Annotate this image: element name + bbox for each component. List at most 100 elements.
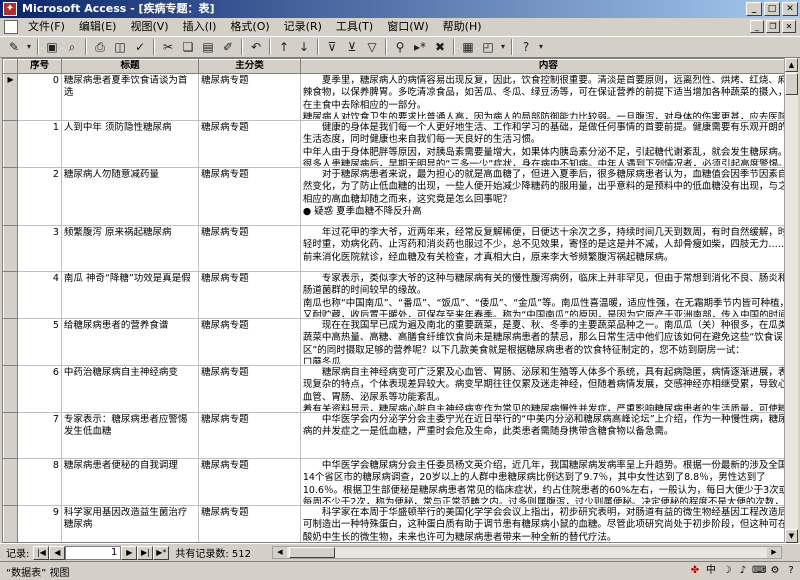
help-icon[interactable]: ? xyxy=(516,38,536,56)
cell-content[interactable]: 科学家在本周于华盛顿举行的美国化学学会会议上指出，初步研究表明，对肠道有益的微生… xyxy=(299,505,797,542)
cell-title[interactable]: 频繁腹泻 原来祸起糖尿病 xyxy=(60,225,200,272)
menu-window[interactable]: 窗口(W) xyxy=(380,18,435,36)
cell-content[interactable]: 专家表示，类似李大爷的这种与糖尿病有关的慢性腹泻病例，临床上并非罕见，但由于常想… xyxy=(299,271,797,319)
save-icon[interactable]: ▣ xyxy=(42,38,62,56)
cell-content[interactable]: 糖尿病自主神经病变可广泛累及心血管、胃肠、泌尿和生殖等人体多个系统，具有起病隐匿… xyxy=(299,365,797,413)
sort-descending-icon[interactable]: ↓ xyxy=(294,38,314,56)
database-window-icon[interactable]: ▦ xyxy=(458,38,478,56)
column-header-id[interactable]: 序号 xyxy=(17,59,62,74)
cell-category[interactable]: 糖尿病专题 xyxy=(198,412,301,459)
doc-minimize-icon[interactable]: _ xyxy=(750,20,764,33)
cell-title[interactable]: 人到中年 须防隐性糖尿病 xyxy=(60,120,200,168)
row-selector[interactable] xyxy=(3,365,19,413)
view-icon[interactable]: ✎ xyxy=(4,38,24,56)
undo-icon[interactable]: ↶ xyxy=(246,38,266,56)
cell-title[interactable]: 南瓜 神奇“降糖”功效是真是假 xyxy=(60,271,200,319)
menu-records[interactable]: 记录(R) xyxy=(277,18,329,36)
column-header-title[interactable]: 标题 xyxy=(60,59,200,74)
previous-record-icon[interactable]: ◀ xyxy=(49,545,66,560)
table-row[interactable]: 8 糖尿病患者便秘的自我调理 糖尿病专题 中华医学会糖尿病分会主任委员杨文英介绍，近几… xyxy=(3,458,797,506)
paste-icon[interactable]: ▤ xyxy=(198,38,218,56)
copy-icon[interactable]: ❏ xyxy=(178,38,198,56)
column-header-content[interactable]: 内容 xyxy=(299,59,797,74)
table-row[interactable]: ▶ 0 糖尿病患者夏季饮食请谈为首选 糖尿病专题 夏季里，糖尿病人的病情容易出现反复，因… xyxy=(3,73,797,121)
cell-content[interactable]: 中华医学会糖尿病分会主任委员杨文英介绍，近几年，我国糖尿病发病率呈上升趋势。根据… xyxy=(299,458,797,506)
menu-insert[interactable]: 插入(I) xyxy=(176,18,224,36)
table-row[interactable]: 2 糖尿病人勿随意减药量 糖尿病专题 对于糖尿病患者来说，最为担心的就是高血糖了，但进… xyxy=(3,167,797,226)
cell-content[interactable]: 健康的身体是我们每一个人更好地生活、工作和学习的基础，是做任何事情的首要前提。健… xyxy=(299,120,797,168)
cell-category[interactable]: 糖尿病专题 xyxy=(198,167,301,226)
help-dropdown-icon[interactable]: ▾ xyxy=(536,38,546,56)
format-painter-icon[interactable]: ✐ xyxy=(218,38,238,56)
cell-category[interactable]: 糖尿病专题 xyxy=(198,73,301,121)
cell-title[interactable]: 中药治糖尿病自主神经病变 xyxy=(60,365,200,413)
access-key-icon[interactable]: ✦ xyxy=(3,2,17,16)
ime-language-indicator[interactable]: 中 xyxy=(704,564,718,578)
doc-close-icon[interactable]: ✕ xyxy=(782,20,796,33)
menu-view[interactable]: 视图(V) xyxy=(123,18,175,36)
ime-help-icon[interactable]: ? xyxy=(784,564,798,578)
cell-title[interactable]: 糖尿病患者便秘的自我调理 xyxy=(60,458,200,506)
cell-content[interactable]: 对于糖尿病患者来说，最为担心的就是高血糖了，但进入夏季后，很多糖尿病患者认为，血… xyxy=(299,167,797,226)
row-selector[interactable] xyxy=(3,412,19,459)
menu-tools[interactable]: 工具(T) xyxy=(329,18,380,36)
current-record-input[interactable]: 1 xyxy=(65,545,122,560)
new-object-dropdown-icon[interactable]: ▾ xyxy=(498,38,508,56)
cell-title[interactable]: 专家表示：糖尿病患者应警惕发生低血糖 xyxy=(60,412,200,459)
cell-id[interactable]: 8 xyxy=(17,458,62,506)
ime-keyboard-icon[interactable]: ⌨ xyxy=(752,564,766,578)
cell-category[interactable]: 糖尿病专题 xyxy=(198,271,301,319)
spelling-icon[interactable]: ✓ xyxy=(130,38,150,56)
menu-help[interactable]: 帮助(H) xyxy=(436,18,489,36)
cell-id[interactable]: 7 xyxy=(17,412,62,459)
print-icon[interactable]: ⎙ xyxy=(90,38,110,56)
new-object-icon[interactable]: ◰ xyxy=(478,38,498,56)
cell-id[interactable]: 9 xyxy=(17,505,62,542)
table-row[interactable]: 7 专家表示：糖尿病患者应警惕发生低血糖 糖尿病专题 中华医学会内分泌学分会主委宁光在… xyxy=(3,412,797,459)
scroll-down-icon[interactable]: ▼ xyxy=(785,529,798,543)
sort-ascending-icon[interactable]: ↑ xyxy=(274,38,294,56)
ime-settings-icon[interactable]: ⚙ xyxy=(768,564,782,578)
table-row[interactable]: 9 科学家用基因改造益生菌治疗糖尿病 糖尿病专题 科学家在本周于华盛顿举行的美国化学学… xyxy=(3,505,797,542)
document-icon[interactable] xyxy=(4,20,18,34)
cell-title[interactable]: 糖尿病人勿随意减药量 xyxy=(60,167,200,226)
print-preview-icon[interactable]: ◫ xyxy=(110,38,130,56)
table-row[interactable]: 4 南瓜 神奇“降糖”功效是真是假 糖尿病专题 专家表示，类似李大爷的这种与糖尿病有关… xyxy=(3,271,797,319)
horizontal-scrollbar[interactable]: ◀ ▶ xyxy=(272,546,782,559)
cell-content[interactable]: 现在在我国早已成为遍及南北的重要蔬菜，是夏、秋、冬季的主要蔬菜品种之一。南瓜瓜（… xyxy=(299,318,797,366)
ime-punctuation-icon[interactable]: ☽ xyxy=(720,564,734,578)
close-icon[interactable]: ✕ xyxy=(782,2,798,16)
table-row[interactable]: 6 中药治糖尿病自主神经病变 糖尿病专题 糖尿病自主神经病变可广泛累及心血管、胃肠、泌… xyxy=(3,365,797,413)
scroll-right-icon[interactable]: ▶ xyxy=(767,547,781,558)
ime-sound-indicator[interactable]: ♪ xyxy=(736,564,750,578)
first-record-icon[interactable]: |◀ xyxy=(33,545,50,560)
filter-by-selection-icon[interactable]: ⊽ xyxy=(322,38,342,56)
row-selector[interactable] xyxy=(3,225,19,272)
cell-id[interactable]: 5 xyxy=(17,318,62,366)
row-selector[interactable] xyxy=(3,458,19,506)
doc-restore-icon[interactable]: ❐ xyxy=(766,20,780,33)
apply-filter-icon[interactable]: ▽ xyxy=(362,38,382,56)
row-selector[interactable] xyxy=(3,318,19,366)
delete-record-icon[interactable]: ✖ xyxy=(430,38,450,56)
cell-category[interactable]: 糖尿病专题 xyxy=(198,318,301,366)
row-selector[interactable]: ▶ xyxy=(3,73,19,121)
new-record-icon[interactable]: ▸* xyxy=(410,38,430,56)
cell-content[interactable]: 夏季里，糖尿病人的病情容易出现反复，因此，饮食控制很重要。清淡是首要原则，远离烈… xyxy=(299,73,797,121)
cut-icon[interactable]: ✂ xyxy=(158,38,178,56)
scroll-up-icon[interactable]: ▲ xyxy=(785,58,798,72)
row-selector[interactable] xyxy=(3,120,19,168)
cell-category[interactable]: 糖尿病专题 xyxy=(198,225,301,272)
cell-content[interactable]: 中华医学会内分泌学分会主委宁光在近日举行的“中美内分泌和糖尿病高峰论坛”上介绍，… xyxy=(299,412,797,459)
cell-category[interactable]: 糖尿病专题 xyxy=(198,365,301,413)
horizontal-scroll-thumb[interactable] xyxy=(289,547,335,558)
cell-category[interactable]: 糖尿病专题 xyxy=(198,505,301,542)
cell-id[interactable]: 6 xyxy=(17,365,62,413)
menu-edit[interactable]: 编辑(E) xyxy=(72,18,124,36)
row-selector[interactable] xyxy=(3,271,19,319)
new-record-nav-icon[interactable]: ▶* xyxy=(153,545,170,560)
cell-id[interactable]: 3 xyxy=(17,225,62,272)
cell-id[interactable]: 2 xyxy=(17,167,62,226)
vertical-scrollbar[interactable]: ▲ ▼ xyxy=(784,58,798,543)
cell-category[interactable]: 糖尿病专题 xyxy=(198,120,301,168)
